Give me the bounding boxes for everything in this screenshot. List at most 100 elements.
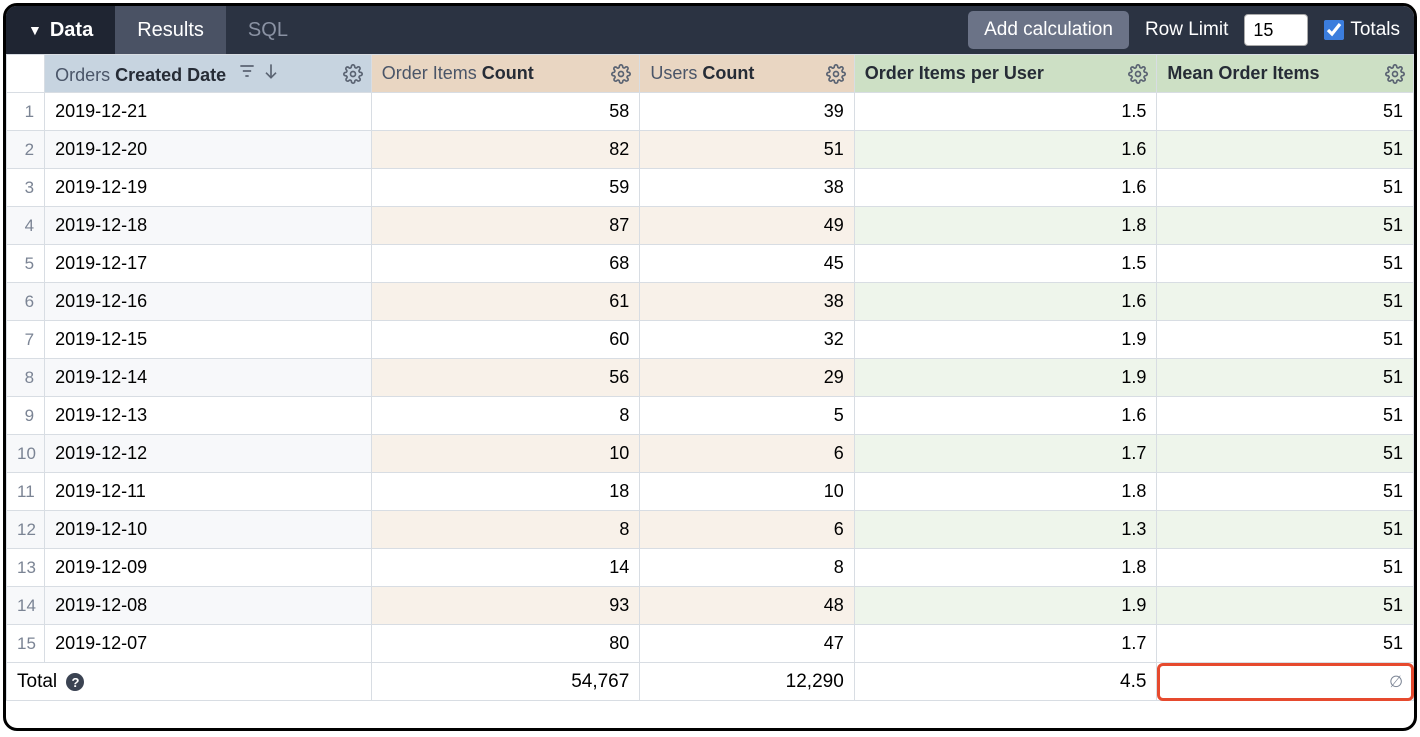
totals-toggle[interactable]: Totals (1324, 19, 1400, 41)
cell-order-items[interactable]: 61 (371, 283, 640, 321)
cell-order-items[interactable]: 8 (371, 511, 640, 549)
help-icon[interactable]: ? (66, 673, 84, 691)
cell-users[interactable]: 10 (640, 473, 854, 511)
cell-order-items-per-user[interactable]: 1.9 (854, 587, 1157, 625)
cell-order-items[interactable]: 18 (371, 473, 640, 511)
filter-icon[interactable] (237, 61, 257, 81)
cell-date[interactable]: 2019-12-14 (45, 359, 372, 397)
cell-mean-order-items[interactable]: 51 (1157, 131, 1414, 169)
cell-mean-order-items[interactable]: 51 (1157, 587, 1414, 625)
gear-icon[interactable] (1385, 64, 1405, 84)
cell-date[interactable]: 2019-12-08 (45, 587, 372, 625)
header-created-date[interactable]: Orders Created Date (45, 55, 372, 93)
totals-checkbox[interactable] (1324, 20, 1344, 40)
cell-users[interactable]: 38 (640, 169, 854, 207)
cell-order-items[interactable]: 82 (371, 131, 640, 169)
cell-order-items[interactable]: 56 (371, 359, 640, 397)
cell-mean-order-items[interactable]: 51 (1157, 511, 1414, 549)
sort-desc-icon[interactable] (261, 61, 281, 81)
cell-order-items-per-user[interactable]: 1.5 (854, 245, 1157, 283)
cell-users[interactable]: 48 (640, 587, 854, 625)
header-mean-order-items[interactable]: Mean Order Items (1157, 55, 1414, 93)
table-row: 92019-12-13851.651 (7, 397, 1414, 435)
gear-icon[interactable] (343, 64, 363, 84)
cell-mean-order-items[interactable]: 51 (1157, 473, 1414, 511)
cell-order-items-per-user[interactable]: 1.6 (854, 131, 1157, 169)
cell-order-items-per-user[interactable]: 1.6 (854, 169, 1157, 207)
cell-date[interactable]: 2019-12-13 (45, 397, 372, 435)
cell-order-items-per-user[interactable]: 1.7 (854, 435, 1157, 473)
cell-date[interactable]: 2019-12-07 (45, 625, 372, 663)
cell-date[interactable]: 2019-12-21 (45, 93, 372, 131)
tab-data[interactable]: ▼ Data (6, 6, 115, 54)
cell-users[interactable]: 6 (640, 511, 854, 549)
cell-mean-order-items[interactable]: 51 (1157, 207, 1414, 245)
cell-date[interactable]: 2019-12-18 (45, 207, 372, 245)
cell-order-items[interactable]: 10 (371, 435, 640, 473)
cell-date[interactable]: 2019-12-12 (45, 435, 372, 473)
cell-order-items-per-user[interactable]: 1.9 (854, 359, 1157, 397)
cell-order-items-per-user[interactable]: 1.5 (854, 93, 1157, 131)
cell-order-items[interactable]: 80 (371, 625, 640, 663)
cell-mean-order-items[interactable]: 51 (1157, 93, 1414, 131)
cell-mean-order-items[interactable]: 51 (1157, 169, 1414, 207)
cell-mean-order-items[interactable]: 51 (1157, 549, 1414, 587)
cell-users[interactable]: 29 (640, 359, 854, 397)
cell-date[interactable]: 2019-12-15 (45, 321, 372, 359)
cell-users[interactable]: 47 (640, 625, 854, 663)
cell-mean-order-items[interactable]: 51 (1157, 321, 1414, 359)
cell-date[interactable]: 2019-12-19 (45, 169, 372, 207)
cell-date[interactable]: 2019-12-20 (45, 131, 372, 169)
cell-order-items-per-user[interactable]: 1.8 (854, 207, 1157, 245)
cell-date[interactable]: 2019-12-17 (45, 245, 372, 283)
cell-order-items[interactable]: 68 (371, 245, 640, 283)
cell-users[interactable]: 6 (640, 435, 854, 473)
cell-date[interactable]: 2019-12-09 (45, 549, 372, 587)
cell-users[interactable]: 8 (640, 549, 854, 587)
cell-users[interactable]: 51 (640, 131, 854, 169)
gear-icon[interactable] (611, 64, 631, 84)
cell-order-items-per-user[interactable]: 1.3 (854, 511, 1157, 549)
cell-mean-order-items[interactable]: 51 (1157, 283, 1414, 321)
tab-results[interactable]: Results (115, 6, 226, 54)
cell-order-items[interactable]: 60 (371, 321, 640, 359)
cell-order-items-per-user[interactable]: 1.6 (854, 283, 1157, 321)
cell-mean-order-items[interactable]: 51 (1157, 359, 1414, 397)
header-order-items-count[interactable]: Order Items Count (371, 55, 640, 93)
cell-users[interactable]: 32 (640, 321, 854, 359)
row-limit-input[interactable] (1244, 14, 1308, 46)
cell-users[interactable]: 39 (640, 93, 854, 131)
cell-mean-order-items[interactable]: 51 (1157, 245, 1414, 283)
cell-order-items[interactable]: 93 (371, 587, 640, 625)
cell-order-items-per-user[interactable]: 1.8 (854, 473, 1157, 511)
cell-mean-order-items[interactable]: 51 (1157, 435, 1414, 473)
cell-order-items-per-user[interactable]: 1.9 (854, 321, 1157, 359)
cell-users[interactable]: 45 (640, 245, 854, 283)
gear-icon[interactable] (826, 64, 846, 84)
cell-order-items[interactable]: 8 (371, 397, 640, 435)
cell-order-items[interactable]: 59 (371, 169, 640, 207)
cell-order-items[interactable]: 58 (371, 93, 640, 131)
cell-date[interactable]: 2019-12-11 (45, 473, 372, 511)
cell-users[interactable]: 49 (640, 207, 854, 245)
cell-date[interactable]: 2019-12-10 (45, 511, 372, 549)
cell-order-items-per-user[interactable]: 1.6 (854, 397, 1157, 435)
tab-sql[interactable]: SQL (226, 6, 310, 54)
table-row: 62019-12-1661381.651 (7, 283, 1414, 321)
cell-order-items-per-user[interactable]: 1.8 (854, 549, 1157, 587)
gear-icon[interactable] (1128, 64, 1148, 84)
cell-date[interactable]: 2019-12-16 (45, 283, 372, 321)
cell-mean-order-items[interactable]: 51 (1157, 397, 1414, 435)
cell-users[interactable]: 38 (640, 283, 854, 321)
cell-order-items[interactable]: 87 (371, 207, 640, 245)
cell-order-items[interactable]: 14 (371, 549, 640, 587)
header-order-items-per-user[interactable]: Order Items per User (854, 55, 1157, 93)
cell-users[interactable]: 5 (640, 397, 854, 435)
cell-mean-order-items[interactable]: 51 (1157, 625, 1414, 663)
cell-order-items-per-user[interactable]: 1.7 (854, 625, 1157, 663)
table-header-row: Orders Created Date Order Items Count (7, 55, 1414, 93)
totals-row: Total ? 54,767 12,290 4.5 ∅ (7, 663, 1414, 701)
header-users-count[interactable]: Users Count (640, 55, 854, 93)
table-row: 82019-12-1456291.951 (7, 359, 1414, 397)
add-calculation-button[interactable]: Add calculation (968, 11, 1129, 49)
